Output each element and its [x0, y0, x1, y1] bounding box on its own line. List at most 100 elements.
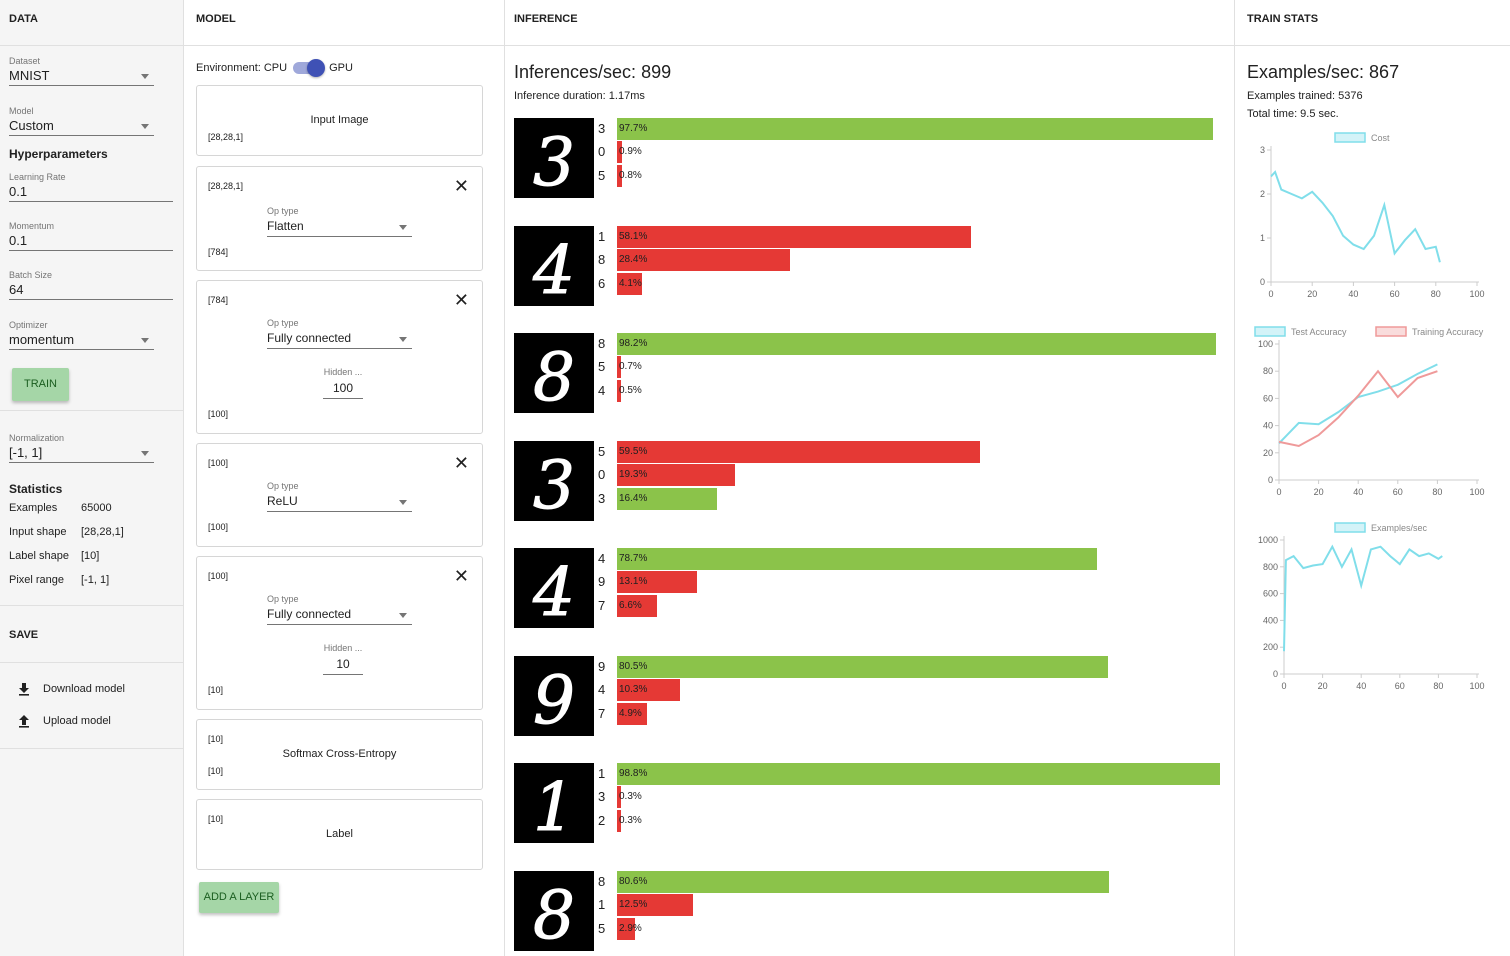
layer-card-fully-connected[interactable]: [784] ✕ Op type Fully connected Hidden .… [196, 280, 483, 434]
predicted-class: 1 [598, 766, 606, 781]
model-select[interactable]: Model Custom [9, 106, 173, 136]
label-card[interactable]: [10] Label [196, 799, 483, 870]
hidden-units-input[interactable]: 10 [323, 657, 363, 675]
legend-label: Examples/sec [1371, 523, 1428, 533]
probability-label: 28.4% [619, 254, 648, 265]
layer-card-flatten[interactable]: [28,28,1] ✕ Op type Flatten [784] [196, 166, 483, 271]
inference-sample: 3 5 59.5% 0 19.3% 3 16.4% [514, 441, 1224, 521]
series-line [1283, 544, 1443, 652]
close-icon[interactable]: ✕ [454, 177, 469, 195]
download-icon [19, 683, 29, 696]
legend-swatch [1254, 326, 1286, 337]
y-tick-label: 100 [1258, 339, 1273, 349]
x-tick-label: 100 [1469, 487, 1484, 497]
inferences-per-sec: Inferences/sec: 899 [514, 62, 672, 82]
input-shape: [28,28,1] [208, 181, 244, 191]
dataset-value[interactable]: MNIST [9, 68, 154, 86]
environment-label: Environment: CPU [196, 62, 288, 74]
probability-bar [617, 871, 1109, 893]
normalization-value[interactable]: [-1, 1] [9, 445, 154, 463]
dataset-value-text: MNIST [9, 68, 50, 83]
predicted-class: 3 [598, 121, 606, 136]
predicted-class: 3 [598, 491, 606, 506]
optimizer-value[interactable]: momentum [9, 332, 154, 350]
predicted-class: 0 [598, 144, 606, 159]
momentum-input[interactable]: 0.1 [9, 233, 173, 251]
upload-model-button[interactable]: Upload model [17, 714, 111, 728]
op-type-select[interactable]: ReLU [267, 494, 412, 512]
probability-label: 59.5% [619, 446, 648, 457]
predicted-class: 9 [598, 574, 606, 589]
close-icon[interactable]: ✕ [454, 454, 469, 472]
probability-label: 10.3% [619, 684, 648, 695]
accuracy-chart: Test Accuracy Training Accuracy 0 20 40 60 80 1… [1254, 326, 1485, 497]
x-tick-label: 20 [1307, 289, 1317, 299]
divider [0, 410, 183, 411]
chevron-down-icon [399, 500, 407, 505]
loss-card[interactable]: [10] Softmax Cross-Entropy [10] [196, 719, 483, 790]
toggle-knob[interactable] [307, 59, 326, 77]
svg-text:9: 9 [533, 662, 575, 736]
input-image-card[interactable]: Input Image [28,28,1] [196, 85, 483, 156]
chevron-down-icon [141, 451, 149, 456]
data-header: DATA [0, 0, 183, 46]
stat-value: [10] [81, 550, 100, 562]
op-type-select[interactable]: Fully connected [267, 331, 412, 349]
probability-label: 0.3% [619, 815, 642, 826]
batch-size-input[interactable]: 64 [9, 282, 173, 300]
model-value[interactable]: Custom [9, 118, 154, 136]
download-model-button[interactable]: Download model [17, 682, 125, 696]
op-type-select[interactable]: Flatten [267, 219, 412, 237]
environment-toggle-row: Environment: CPU GPU [196, 59, 353, 77]
batch-size-field[interactable]: Batch Size 64 [9, 270, 173, 300]
environment-toggle[interactable] [293, 59, 326, 77]
op-type-select[interactable]: Fully connected [267, 607, 412, 625]
probability-bar [617, 548, 1097, 570]
chevron-down-icon [141, 74, 149, 79]
examples-per-sec-chart: Examples/sec0 20 40 60 80 1000200400600800100… [1258, 522, 1485, 691]
predicted-class: 5 [598, 444, 606, 459]
y-tick-label: 20 [1263, 448, 1273, 458]
stat-value: [-1, 1] [81, 574, 110, 586]
dataset-select[interactable]: Dataset MNIST [9, 56, 173, 86]
optimizer-select[interactable]: Optimizer momentum [9, 320, 173, 350]
svg-text:8: 8 [533, 877, 575, 951]
predicted-class: 3 [598, 789, 606, 804]
probability-label: 78.7% [619, 553, 648, 564]
legend-label: Training Accuracy [1412, 327, 1484, 337]
input-image-title: Input Image [310, 114, 369, 126]
learning-rate-field[interactable]: Learning Rate 0.1 [9, 172, 173, 202]
y-tick-label: 1000 [1258, 535, 1278, 545]
chevron-down-icon [399, 613, 407, 618]
digit-image: 8 [514, 333, 594, 413]
predicted-class: 4 [598, 551, 606, 566]
close-icon[interactable]: ✕ [454, 567, 469, 585]
y-tick-label: 80 [1263, 366, 1273, 376]
add-layer-button[interactable]: ADD A LAYER [199, 882, 279, 913]
x-tick-label: 80 [1431, 289, 1441, 299]
x-tick-label: 80 [1432, 487, 1442, 497]
y-tick-label: 40 [1263, 421, 1273, 431]
output-shape: [28,28,1] [208, 132, 244, 142]
train-button[interactable]: TRAIN [12, 368, 69, 401]
y-tick-label: 0 [1260, 277, 1265, 287]
momentum-field[interactable]: Momentum 0.1 [9, 221, 173, 251]
predicted-class: 5 [598, 168, 606, 183]
layer-card-relu[interactable]: [100] ✕ Op type ReLU [100] [196, 443, 483, 547]
x-tick-label: 0 [1281, 681, 1286, 691]
hidden-units-input[interactable]: 100 [323, 381, 363, 399]
inference-sample: 1 1 98.8% 3 0.3% 2 0.3% [514, 763, 1224, 843]
close-icon[interactable]: ✕ [454, 291, 469, 309]
normalization-select[interactable]: Normalization [-1, 1] [9, 433, 173, 463]
svg-text:4: 4 [532, 554, 575, 628]
probability-label: 13.1% [619, 576, 648, 587]
probability-label: 0.3% [619, 791, 642, 802]
inference-sample: 9 9 80.5% 4 10.3% 7 4.9% [514, 656, 1224, 736]
probability-bar [617, 226, 971, 248]
op-type-value: ReLU [267, 494, 298, 508]
learning-rate-input[interactable]: 0.1 [9, 184, 173, 202]
input-shape: [10] [208, 734, 224, 744]
layer-card-fully-connected[interactable]: [100] ✕ Op type Fully connected Hidden .… [196, 556, 483, 710]
predicted-class: 2 [598, 813, 606, 828]
x-tick-label: 40 [1348, 289, 1358, 299]
